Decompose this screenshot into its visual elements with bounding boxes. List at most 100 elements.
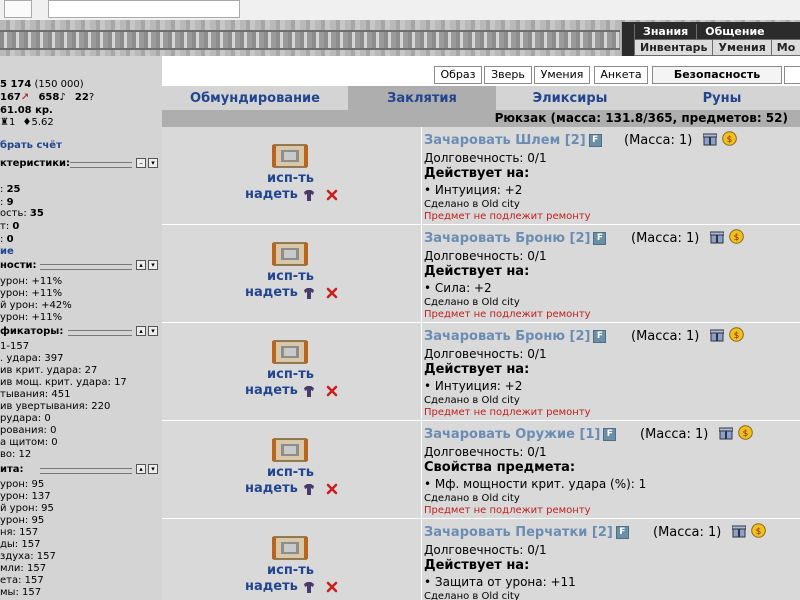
res-c: 22 (74, 92, 89, 103)
extra-button[interactable] (784, 66, 800, 84)
svg-text:$: $ (727, 135, 733, 145)
wear-link[interactable]: надеть (245, 579, 298, 594)
security-button[interactable]: Безопасность (652, 66, 782, 84)
char-row: : 25 (0, 184, 21, 195)
item-effect: • Защита от урона: +11 (424, 575, 576, 589)
tab-equipment[interactable]: Обмундирование (162, 86, 348, 110)
more-link[interactable]: ие (0, 246, 14, 257)
collect-account-link[interactable]: брать счёт (0, 140, 62, 151)
section-characteristics: ктеристики: (0, 158, 71, 169)
item-mass: (Масса: 1) (631, 231, 700, 246)
expand-icon[interactable]: ▾ (148, 158, 158, 168)
item-durability: Долговечность: 0/1 (424, 249, 547, 263)
list-item: исп-ть надеть Зачаровать Перчатки [2] F (… (162, 519, 800, 600)
skills-button[interactable]: Умения (534, 66, 590, 84)
res-c-icon: ? (88, 92, 95, 103)
armor-row: ета: 157 (0, 575, 44, 586)
wear-link[interactable]: надеть (245, 383, 298, 398)
coin-icon: $ (729, 229, 744, 244)
collapse-icon[interactable]: ▴ (136, 464, 146, 474)
wear-link[interactable]: надеть (245, 481, 298, 496)
item-name-wrap: Зачаровать Оружие [1] F (424, 427, 617, 442)
res-a-icon: ↗ (20, 92, 30, 103)
nav-knowledge[interactable]: Знания (634, 24, 696, 39)
item-name[interactable]: Зачаровать Броню [2] (424, 329, 590, 344)
shirt-icon[interactable] (303, 582, 315, 593)
item-name[interactable]: Зачаровать Броню [2] (424, 231, 590, 246)
drop-icon: ♦ (22, 117, 32, 128)
item-effect: • Интуиция: +2 (424, 379, 523, 393)
item-name[interactable]: Зачаровать Шлем [2] (424, 133, 586, 148)
nav-inventory[interactable]: Инвентарь (634, 40, 713, 55)
use-link[interactable]: исп-ть (267, 367, 314, 382)
mod-row: ив увертывания: 220 (0, 401, 111, 412)
collapse-icon[interactable]: ▴ (136, 326, 146, 336)
item-name-wrap: Зачаровать Перчатки [2] F (424, 525, 629, 540)
delete-icon[interactable] (326, 287, 338, 299)
pet-button[interactable]: Зверь (484, 66, 532, 84)
nav-skills[interactable]: Умения (712, 40, 771, 55)
armor-row: урон: 95 (0, 479, 45, 490)
item-name[interactable]: Зачаровать Перчатки [2] (424, 525, 613, 540)
item-name-wrap: Зачаровать Броню [2] F (424, 329, 607, 344)
item-repair: Предмет не подлежит ремонту (424, 211, 591, 222)
use-link[interactable]: исп-ть (267, 465, 314, 480)
mod-row: ив мощ. крит. удара: 17 (0, 377, 127, 388)
profile-button[interactable]: Анкета (594, 66, 648, 84)
coin-icon: $ (729, 327, 744, 342)
section-rule (70, 162, 132, 168)
use-link[interactable]: исп-ть (267, 171, 314, 186)
wear-link[interactable]: надеть (245, 285, 298, 300)
collapse-icon[interactable]: – (136, 158, 146, 168)
armor-row: ды: 157 (0, 539, 41, 550)
item-made: Сделано в Old city (424, 591, 520, 600)
flag-badge: F (615, 526, 629, 539)
banner-ornament (0, 30, 620, 50)
gift-icon (719, 427, 733, 440)
use-link[interactable]: исп-ть (267, 269, 314, 284)
expand-icon[interactable]: ▾ (148, 326, 158, 336)
char-row: т: 0 (0, 221, 20, 232)
armor-row: й урон: 95 (0, 503, 54, 514)
mod-row: 1-157 (0, 341, 30, 352)
armor-row: урон: 95 (0, 515, 45, 526)
res-b-icon: ♪ (59, 92, 66, 103)
item-name[interactable]: Зачаровать Оружие [1] (424, 427, 600, 442)
tab-runes[interactable]: Руны (644, 86, 800, 110)
delete-icon[interactable] (326, 385, 338, 397)
shirt-icon[interactable] (303, 484, 315, 495)
nav-more[interactable]: Мо (770, 40, 800, 55)
shirt-icon[interactable] (303, 190, 315, 201)
expand-icon[interactable]: ▾ (148, 260, 158, 270)
exp-next: (150 000) (34, 79, 84, 90)
scroll-icon (272, 340, 308, 364)
delete-icon[interactable] (326, 483, 338, 495)
item-effect: • Сила: +2 (424, 281, 492, 295)
skill-row: урон: +11% (0, 288, 63, 299)
tab-spells[interactable]: Заклятия (348, 86, 496, 110)
appearance-button[interactable]: Образ (434, 66, 482, 84)
item-effect: • Мф. мощности крит. удара (%): 1 (424, 477, 647, 491)
use-link[interactable]: исп-ть (267, 563, 314, 578)
armor-row: мли: 157 (0, 563, 47, 574)
misc-line: ♜1 ♦5.62 (0, 117, 54, 128)
toolbar-button[interactable] (4, 0, 32, 18)
wear-link[interactable]: надеть (245, 187, 298, 202)
tab-elixirs[interactable]: Эликсиры (496, 86, 644, 110)
nav-chat[interactable]: Общение (696, 24, 772, 39)
toolbar-field[interactable] (48, 0, 240, 18)
delete-icon[interactable] (326, 189, 338, 201)
scroll-icon (272, 242, 308, 266)
collapse-icon[interactable]: ▴ (136, 260, 146, 270)
resources-line: 167↗ 658♪ 22? (0, 92, 94, 103)
shirt-icon[interactable] (303, 386, 315, 397)
armor-row: урон: 137 (0, 491, 51, 502)
expand-icon[interactable]: ▾ (148, 464, 158, 474)
backpack-summary: Рюкзак (масса: 131.8/365, предметов: 52) (162, 110, 800, 127)
section-modifiers: фикаторы: (0, 326, 64, 337)
item-made: Сделано в Old city (424, 395, 520, 406)
item-effect-title: Действует на: (424, 362, 530, 377)
backpack-text: Рюкзак (масса: 131.8/365, предметов: 52) (494, 111, 788, 125)
shirt-icon[interactable] (303, 288, 315, 299)
delete-icon[interactable] (326, 581, 338, 593)
